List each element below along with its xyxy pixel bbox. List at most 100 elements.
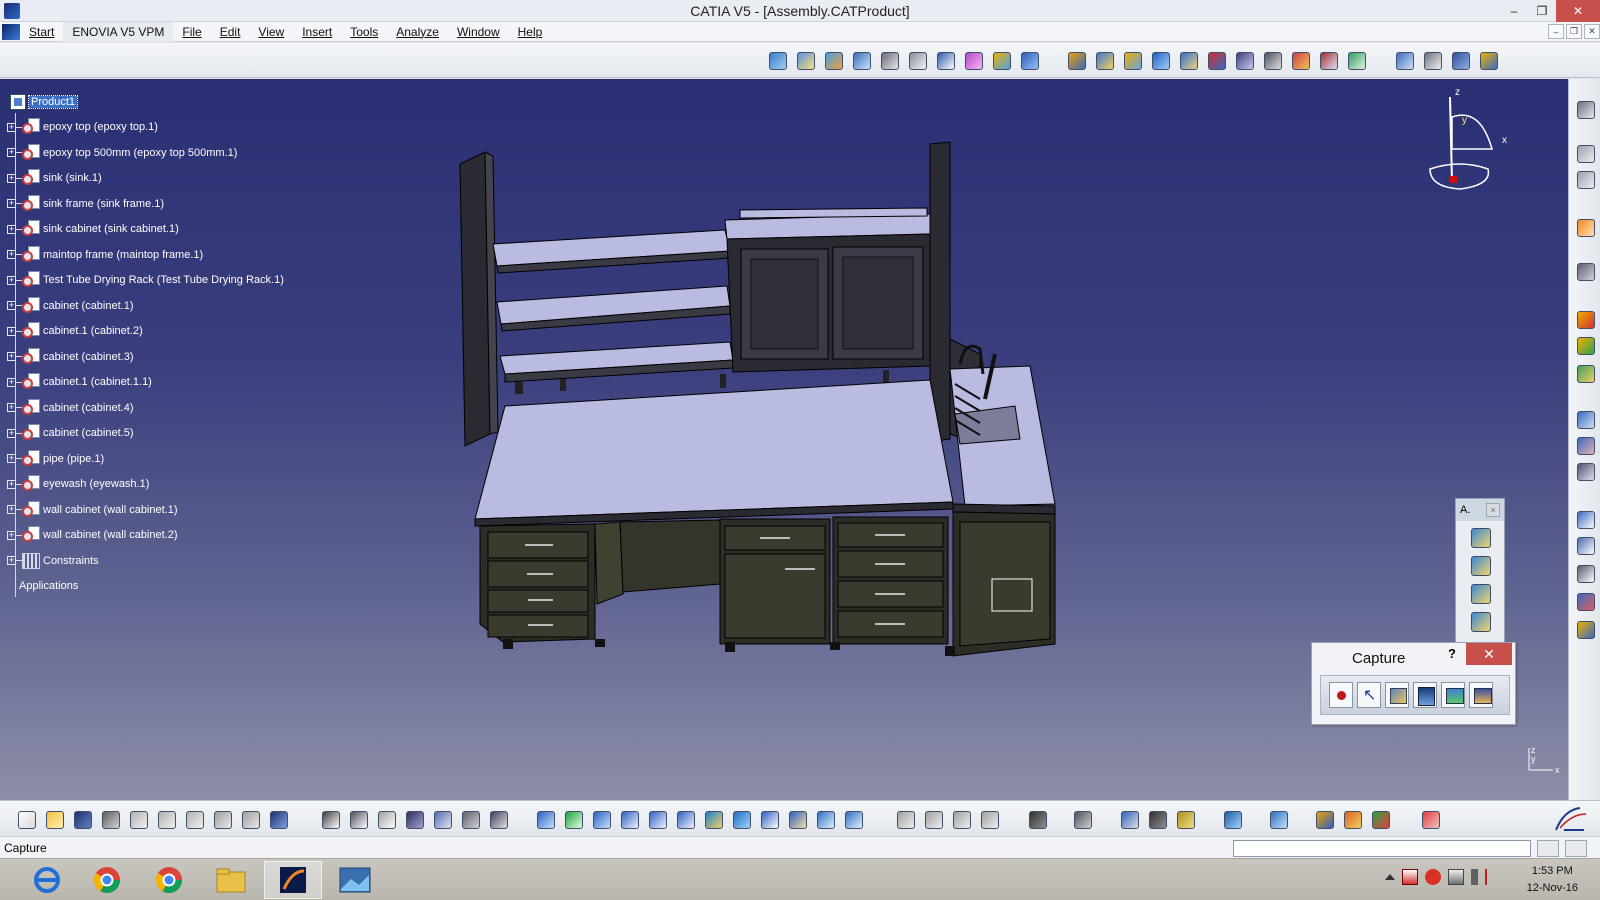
expand-icon[interactable]: + — [7, 301, 16, 311]
tree-item-label[interactable]: sink frame (sink frame.1) — [43, 198, 164, 210]
clash-icon[interactable] — [1573, 407, 1597, 431]
tree-item-label[interactable]: sink (sink.1) — [43, 172, 102, 184]
plane-icon[interactable] — [1266, 807, 1290, 831]
tree-item[interactable]: + cabinet.1 (cabinet.1.1) — [6, 370, 306, 396]
sectioning-icon[interactable] — [1573, 259, 1597, 283]
list-tool-icon[interactable] — [1468, 609, 1492, 633]
tree-constraints-label[interactable]: Constraints — [43, 555, 99, 567]
select-mode-icon[interactable] — [1357, 682, 1381, 708]
measure-inertia-icon[interactable] — [1448, 48, 1472, 72]
next-icon[interactable] — [921, 807, 945, 831]
expand-icon[interactable]: + — [7, 352, 16, 362]
comment-icon[interactable] — [346, 807, 370, 831]
taskbar-photo-viewer[interactable] — [326, 861, 384, 899]
tree-item-label[interactable]: eyewash (eyewash.1) — [43, 478, 149, 490]
gear-icon[interactable] — [1573, 97, 1597, 121]
printer-setup-icon[interactable] — [1070, 807, 1094, 831]
rotate-icon[interactable] — [617, 807, 641, 831]
album-icon[interactable] — [1441, 682, 1465, 708]
graph-tree-reordering-icon[interactable] — [905, 48, 929, 72]
update-icon[interactable] — [1476, 48, 1500, 72]
distance-icon[interactable] — [1573, 433, 1597, 457]
selective-load-icon[interactable] — [961, 48, 985, 72]
lab-bench-3d-model[interactable] — [455, 134, 1075, 674]
expand-icon[interactable]: + — [7, 326, 16, 336]
structure-tool-icon[interactable] — [1468, 581, 1492, 605]
expand-icon[interactable]: + — [7, 199, 16, 209]
tree-item[interactable]: + cabinet.1 (cabinet.2) — [6, 319, 306, 345]
menu-window[interactable]: Window — [448, 22, 509, 42]
design-table-icon[interactable] — [402, 807, 426, 831]
power-input-field[interactable] — [1233, 840, 1531, 857]
expand-icon[interactable]: + — [7, 530, 16, 540]
expand-icon[interactable]: + — [7, 479, 16, 489]
render-icon[interactable] — [1312, 807, 1336, 831]
tree-item-label[interactable]: cabinet.1 (cabinet.2) — [43, 325, 143, 337]
knowledge-advisor-icon[interactable] — [458, 807, 482, 831]
network-icon[interactable] — [1448, 869, 1464, 885]
pan-icon[interactable] — [589, 807, 613, 831]
offset-constraint-icon[interactable] — [1232, 48, 1256, 72]
shading-icon[interactable] — [785, 807, 809, 831]
text-abc-icon[interactable] — [1573, 533, 1597, 557]
menu-view[interactable]: View — [249, 22, 293, 42]
scene-icon[interactable] — [1573, 307, 1597, 331]
manage-representations-icon[interactable] — [989, 48, 1013, 72]
fit-all-icon[interactable] — [561, 807, 585, 831]
tree-applications-label[interactable]: Applications — [19, 580, 78, 592]
apply-material-icon[interactable] — [1368, 807, 1392, 831]
flag-note-icon[interactable] — [1573, 561, 1597, 585]
menu-edit[interactable]: Edit — [211, 22, 250, 42]
applyscene-icon[interactable] — [1573, 361, 1597, 385]
tree-item[interactable]: + eyewash (eyewash.1) — [6, 472, 306, 498]
snapshot-icon[interactable] — [1413, 682, 1437, 708]
annotation-icon[interactable] — [1573, 507, 1597, 531]
stop-manipulate-on-clash-icon[interactable] — [1148, 48, 1172, 72]
new-part-icon[interactable] — [821, 48, 845, 72]
taskbar-file-explorer[interactable] — [202, 861, 260, 899]
whats-this-icon[interactable] — [266, 807, 290, 831]
inertia-icon[interactable] — [1145, 807, 1169, 831]
previous-icon[interactable] — [893, 807, 917, 831]
taskbar-catia[interactable] — [264, 861, 322, 899]
tree-item-label[interactable]: cabinet (cabinet.5) — [43, 427, 134, 439]
floating-toolbar-close[interactable]: × — [1486, 503, 1500, 517]
tree-item-label[interactable]: wall cabinet (wall cabinet.1) — [43, 504, 178, 516]
quick-constraint-icon[interactable] — [1344, 48, 1368, 72]
restore-button[interactable]: ❐ — [1528, 0, 1556, 22]
new-product-icon[interactable] — [793, 48, 817, 72]
floating-toolbar-header[interactable]: A. × — [1456, 499, 1504, 521]
tree-applications[interactable]: Applications — [6, 574, 306, 600]
open-file-icon[interactable] — [42, 807, 66, 831]
tree-root-label[interactable]: Product1 — [27, 94, 79, 109]
menu-enovia[interactable]: ENOVIA V5 VPM — [63, 21, 174, 42]
measure-item-icon[interactable] — [1420, 48, 1444, 72]
hide-show-icon[interactable] — [813, 807, 837, 831]
tree-item-label[interactable]: cabinet (cabinet.1) — [43, 300, 134, 312]
redo-icon[interactable] — [238, 807, 262, 831]
cut-icon[interactable] — [126, 807, 150, 831]
expand-icon[interactable]: + — [7, 428, 16, 438]
capture-help-button[interactable]: ? — [1448, 646, 1456, 661]
existing-component-icon[interactable] — [849, 48, 873, 72]
tree-item[interactable]: + cabinet (cabinet.4) — [6, 395, 306, 421]
show-hidden-icons-icon[interactable] — [1385, 874, 1395, 880]
spec-icon[interactable] — [1573, 167, 1597, 191]
menu-start[interactable]: Start — [20, 22, 63, 42]
tree-item[interactable]: + cabinet (cabinet.3) — [6, 344, 306, 370]
capture-options-icon[interactable] — [1385, 682, 1409, 708]
select-icon[interactable] — [1573, 215, 1597, 239]
coincidence-constraint-icon[interactable] — [1176, 48, 1200, 72]
tree-item-label[interactable]: epoxy top (epoxy top.1) — [43, 121, 158, 133]
tree-item[interactable]: + pipe (pipe.1) — [6, 446, 306, 472]
measure-between-icon[interactable] — [1392, 48, 1416, 72]
expand-icon[interactable]: + — [7, 377, 16, 387]
expand-icon[interactable]: + — [7, 122, 16, 132]
contact-constraint-icon[interactable] — [1204, 48, 1228, 72]
expand-icon[interactable]: + — [7, 454, 16, 464]
tree-item[interactable]: + Test Tube Drying Rack (Test Tube Drying… — [6, 268, 306, 294]
swap-visible-space-icon[interactable] — [841, 807, 865, 831]
start-icon[interactable] — [2, 23, 20, 40]
close-button[interactable]: ✕ — [1556, 0, 1600, 22]
zoom-in-icon[interactable] — [645, 807, 669, 831]
